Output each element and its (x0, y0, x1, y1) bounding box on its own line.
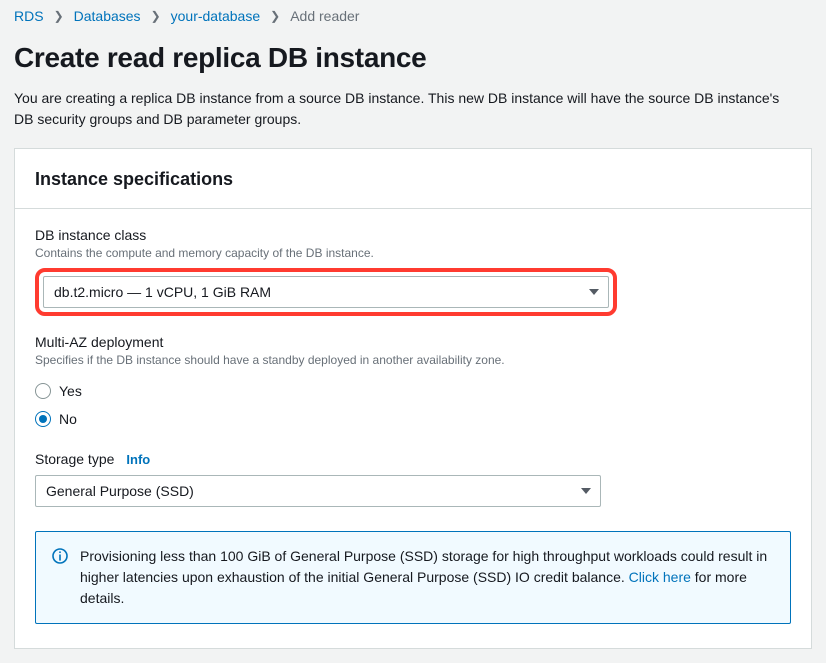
multi-az-yes-label: Yes (59, 383, 82, 399)
breadcrumb-your-database[interactable]: your-database (171, 8, 261, 24)
db-instance-class-highlight: db.t2.micro — 1 vCPU, 1 GiB RAM (35, 268, 617, 316)
alert-text: Provisioning less than 100 GiB of Genera… (80, 546, 774, 609)
card-body: DB instance class Contains the compute a… (15, 209, 811, 648)
caret-down-icon (589, 289, 599, 295)
storage-type-label: Storage type (35, 451, 114, 467)
breadcrumb: RDS ❯ Databases ❯ your-database ❯ Add re… (14, 6, 812, 42)
page-title: Create read replica DB instance (14, 42, 812, 74)
radio-icon (35, 383, 51, 399)
card-header: Instance specifications (15, 149, 811, 209)
storage-info-alert: Provisioning less than 100 GiB of Genera… (35, 531, 791, 624)
multi-az-no-label: No (59, 411, 77, 427)
chevron-right-icon: ❯ (151, 9, 161, 23)
db-instance-class-help: Contains the compute and memory capacity… (35, 245, 791, 262)
chevron-right-icon: ❯ (270, 9, 280, 23)
instance-specifications-card: Instance specifications DB instance clas… (14, 148, 812, 649)
storage-type-field: Storage type Info General Purpose (SSD) (35, 451, 791, 507)
db-instance-class-field: DB instance class Contains the compute a… (35, 227, 791, 316)
multi-az-no-option[interactable]: No (35, 405, 791, 433)
breadcrumb-rds[interactable]: RDS (14, 8, 44, 24)
multi-az-help: Specifies if the DB instance should have… (35, 352, 791, 369)
storage-type-value: General Purpose (SSD) (46, 483, 194, 499)
db-instance-class-select[interactable]: db.t2.micro — 1 vCPU, 1 GiB RAM (43, 276, 609, 308)
radio-checked-icon (35, 411, 51, 427)
card-title: Instance specifications (35, 169, 791, 190)
caret-down-icon (581, 488, 591, 494)
alert-click-here-link[interactable]: Click here (629, 569, 691, 585)
storage-type-select[interactable]: General Purpose (SSD) (35, 475, 601, 507)
chevron-right-icon: ❯ (54, 9, 64, 23)
multi-az-yes-option[interactable]: Yes (35, 377, 791, 405)
page-description: You are creating a replica DB instance f… (14, 88, 794, 130)
multi-az-radio-group: Yes No (35, 377, 791, 433)
info-icon (52, 548, 68, 564)
breadcrumb-current: Add reader (290, 8, 359, 24)
db-instance-class-label: DB instance class (35, 227, 791, 243)
multi-az-label: Multi-AZ deployment (35, 334, 791, 350)
breadcrumb-databases[interactable]: Databases (74, 8, 141, 24)
db-instance-class-value: db.t2.micro — 1 vCPU, 1 GiB RAM (54, 284, 271, 300)
multi-az-field: Multi-AZ deployment Specifies if the DB … (35, 334, 791, 433)
storage-type-info-link[interactable]: Info (126, 452, 150, 467)
